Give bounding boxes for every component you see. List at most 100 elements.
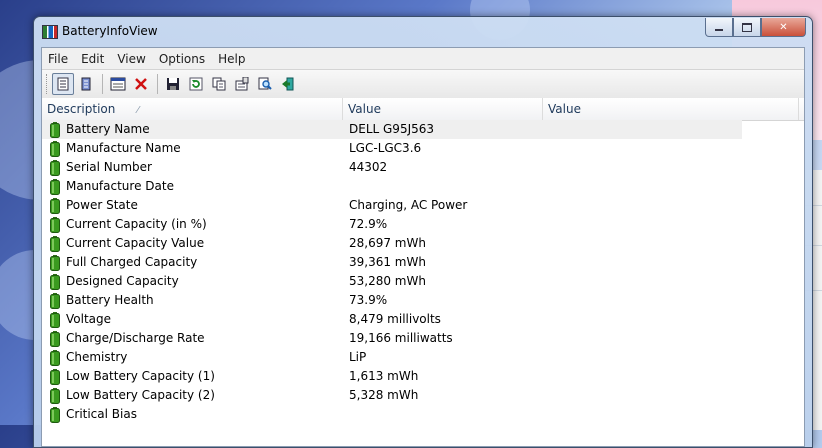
table-row[interactable]: Low Battery Capacity (1) 1,613 mWh — [42, 367, 742, 386]
close-icon: ✕ — [779, 21, 788, 33]
copy-button[interactable] — [208, 73, 230, 95]
toolbar-grip[interactable] — [46, 74, 50, 94]
copy-icon — [212, 77, 226, 91]
row-description: Manufacture Date — [66, 179, 174, 193]
row-value: DELL G95J563 — [349, 122, 435, 136]
menu-bar: File Edit View Options Help — [42, 48, 804, 69]
refresh-icon — [189, 77, 203, 91]
save-icon — [167, 78, 179, 90]
row-description: Serial Number — [66, 160, 152, 174]
table-row[interactable]: Battery Health 73.9% — [42, 291, 742, 310]
battery-icon — [50, 236, 60, 252]
battery-icon — [50, 141, 60, 157]
row-description: Battery Name — [66, 122, 150, 136]
row-value: Charging, AC Power — [349, 198, 468, 212]
row-value: 53,280 mWh — [349, 274, 426, 288]
row-description: Chemistry — [66, 350, 128, 364]
column-header-description[interactable]: Description ⁄ — [42, 98, 343, 120]
battery-icon — [50, 160, 60, 176]
table-row[interactable]: Chemistry LiP — [42, 348, 742, 367]
table-row[interactable]: Charge/Discharge Rate 19,166 milliwatts — [42, 329, 742, 348]
table-row[interactable]: Current Capacity Value 28,697 mWh — [42, 234, 742, 253]
row-description: Full Charged Capacity — [66, 255, 198, 269]
battery-icon — [50, 198, 60, 214]
battery-icon — [50, 217, 60, 233]
table-row[interactable]: Voltage 8,479 millivolts — [42, 310, 742, 329]
row-value: 44302 — [349, 160, 388, 174]
column-header-value-2[interactable]: Value — [543, 98, 799, 120]
table-row[interactable]: Low Battery Capacity (2) 5,328 mWh — [42, 386, 742, 405]
window-controls: ✕ — [705, 18, 806, 37]
properties-window-button[interactable] — [107, 73, 129, 95]
menu-file[interactable]: File — [42, 52, 75, 66]
table-row[interactable]: Full Charged Capacity 39,361 mWh — [42, 253, 742, 272]
delete-button[interactable] — [130, 73, 152, 95]
battery-info-button[interactable] — [52, 73, 74, 95]
maximize-button[interactable] — [733, 18, 761, 37]
list-header: Description ⁄ Value Value — [42, 98, 804, 121]
exit-button[interactable] — [277, 73, 299, 95]
table-row[interactable]: Manufacture Date — [42, 177, 742, 196]
properties-button[interactable] — [231, 73, 253, 95]
battery-icon — [50, 350, 60, 366]
menu-view[interactable]: View — [111, 52, 152, 66]
row-description: Designed Capacity — [66, 274, 179, 288]
client-area: File Edit View Options Help Description … — [41, 47, 805, 447]
table-row[interactable]: Serial Number 44302 — [42, 158, 742, 177]
battery-log-button[interactable] — [75, 73, 97, 95]
app-icon[interactable] — [42, 25, 58, 39]
row-description: Manufacture Name — [66, 141, 181, 155]
table-row[interactable]: Power State Charging, AC Power — [42, 196, 742, 215]
exit-icon — [282, 77, 294, 91]
battery-icon — [50, 312, 60, 328]
battery-icon — [50, 293, 60, 309]
row-description: Current Capacity (in %) — [66, 217, 207, 231]
row-value: 28,697 mWh — [349, 236, 426, 250]
row-description: Battery Health — [66, 293, 154, 307]
menu-options[interactable]: Options — [153, 52, 212, 66]
battery-icon — [50, 331, 60, 347]
minimize-icon — [715, 29, 723, 31]
column-header-description-label: Description — [47, 102, 116, 116]
window-title: BatteryInfoView — [62, 24, 158, 38]
row-value: 8,479 millivolts — [349, 312, 441, 326]
toolbar-separator — [157, 74, 158, 94]
refresh-button[interactable] — [185, 73, 207, 95]
table-row[interactable]: Designed Capacity 53,280 mWh — [42, 272, 742, 291]
battery-info-list[interactable]: Description ⁄ Value Value Battery Name DE… — [42, 98, 804, 446]
row-description: Low Battery Capacity (2) — [66, 388, 215, 402]
close-button[interactable]: ✕ — [761, 18, 806, 37]
battery-icon — [50, 388, 60, 404]
row-value: LiP — [349, 350, 367, 364]
battery-icon — [50, 407, 60, 423]
properties-window-icon — [110, 77, 126, 91]
sort-ascending-icon: ⁄ — [137, 105, 139, 116]
row-description: Critical Bias — [66, 407, 137, 421]
save-button[interactable] — [162, 73, 184, 95]
row-description: Charge/Discharge Rate — [66, 331, 205, 345]
column-header-value[interactable]: Value — [343, 98, 543, 120]
toolbar-separator — [102, 74, 103, 94]
table-row[interactable]: Current Capacity (in %) 72.9% — [42, 215, 742, 234]
find-button[interactable] — [254, 73, 276, 95]
menu-help[interactable]: Help — [212, 52, 252, 66]
table-row[interactable]: Critical Bias — [42, 405, 742, 424]
row-description: Voltage — [66, 312, 112, 326]
title-bar[interactable]: BatteryInfoView ✕ — [34, 17, 812, 46]
maximize-icon — [742, 22, 752, 32]
battery-log-icon — [81, 77, 91, 91]
battery-icon — [50, 179, 60, 195]
battery-icon — [50, 255, 60, 271]
main-window: BatteryInfoView ✕ File Edit View Options… — [33, 16, 813, 448]
row-description: Current Capacity Value — [66, 236, 205, 250]
row-description: Low Battery Capacity (1) — [66, 369, 215, 383]
minimize-button[interactable] — [705, 18, 733, 37]
menu-edit[interactable]: Edit — [75, 52, 111, 66]
battery-icon — [50, 274, 60, 290]
row-value: 73.9% — [349, 293, 388, 307]
table-row[interactable]: Battery Name DELL G95J563 — [42, 120, 742, 139]
properties-icon — [235, 77, 249, 91]
row-value: 19,166 milliwatts — [349, 331, 453, 345]
find-icon — [258, 77, 272, 90]
table-row[interactable]: Manufacture Name LGC-LGC3.6 — [42, 139, 742, 158]
